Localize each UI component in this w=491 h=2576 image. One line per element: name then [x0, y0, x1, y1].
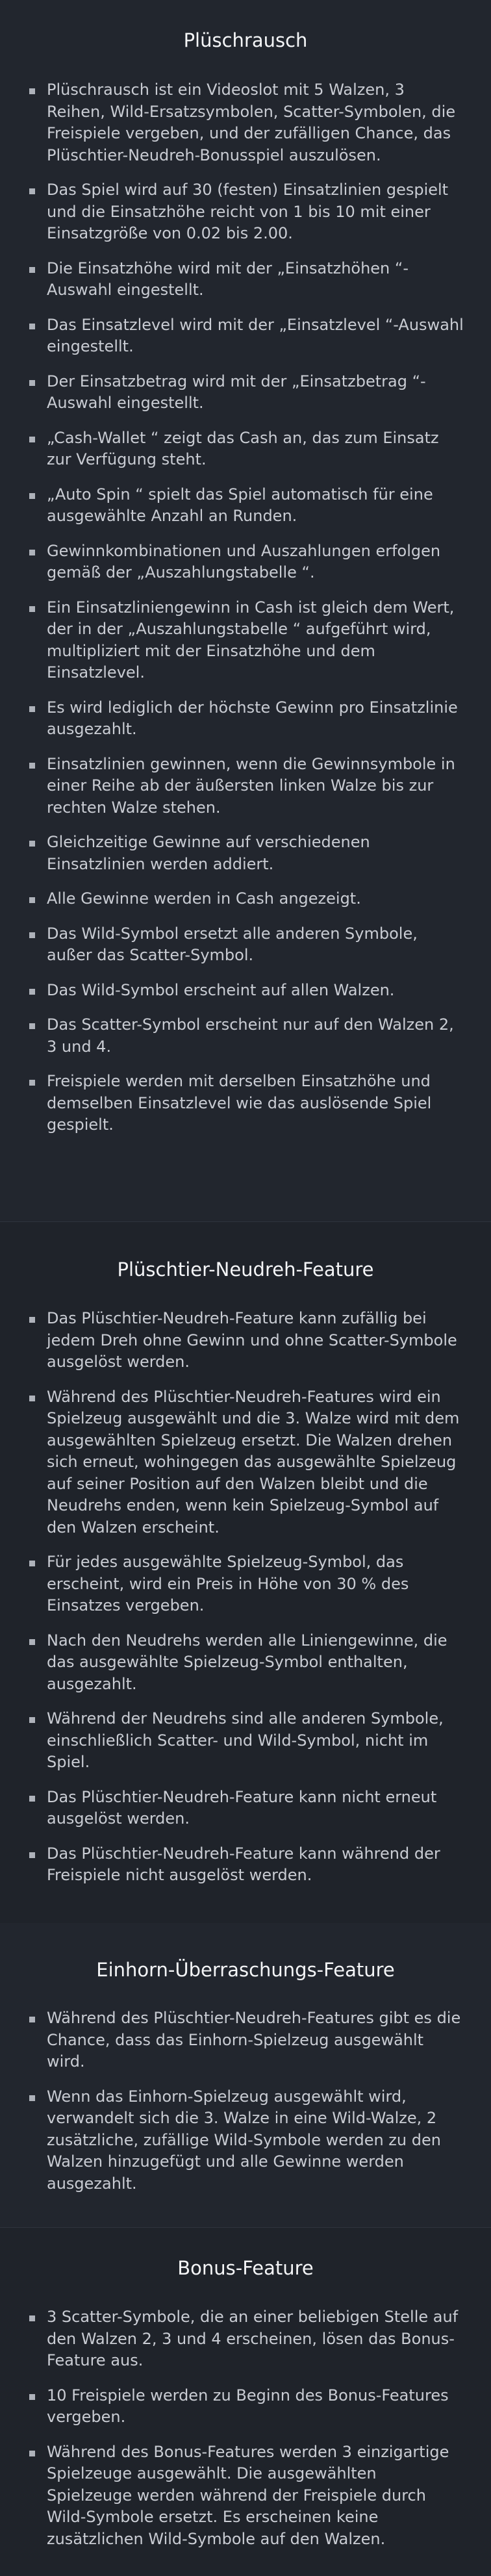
list-item: Während des Plüschtier-Neudreh-Features …	[0, 1386, 491, 1539]
list-item: Das Scatter-Symbol erscheint nur auf den…	[0, 1014, 491, 1058]
list-item: „Auto Spin “ spielt das Spiel automatisc…	[0, 484, 491, 528]
list-item: Während des Plüschtier-Neudreh-Features …	[0, 2008, 491, 2073]
section-title: Einhorn-Überraschungs-Feature	[96, 1959, 395, 1981]
bullet-icon	[29, 1639, 35, 1645]
bullet-icon	[29, 2393, 35, 2400]
bullet-icon	[29, 841, 35, 847]
section-title: Plüschrausch	[183, 29, 308, 51]
section-plushtier-neudreh: Plüschtier-Neudreh-Feature Das Plüschtie…	[0, 1222, 491, 1923]
bullet-icon	[29, 1852, 35, 1858]
bullet-icon	[29, 932, 35, 938]
list-item: Das Plüschtier-Neudreh-Feature kann zufä…	[0, 1308, 491, 1373]
rules-list: 3 Scatter-Symbole, die an einer beliebig…	[0, 2306, 491, 2563]
list-item: Einsatzlinien gewinnen, wenn die Gewinns…	[0, 754, 491, 819]
bullet-icon	[29, 988, 35, 995]
bullet-icon	[29, 436, 35, 442]
list-item: Für jedes ausgewählte Spielzeug-Symbol, …	[0, 1551, 491, 1617]
rules-list: Plüschrausch ist ein Videoslot mit 5 Wal…	[0, 79, 491, 1149]
list-item: Das Spiel wird auf 30 (festen) Einsatzli…	[0, 179, 491, 245]
bullet-icon	[29, 492, 35, 499]
bullet-icon	[29, 2315, 35, 2321]
list-item: Gleichzeitige Gewinne auf verschiedenen …	[0, 832, 491, 875]
list-item: Ein Einsatzliniengewinn in Cash ist glei…	[0, 597, 491, 684]
bullet-icon	[29, 1717, 35, 1723]
bullet-icon	[29, 88, 35, 94]
list-item: Plüschrausch ist ein Videoslot mit 5 Wal…	[0, 79, 491, 166]
list-item: Das Wild-Symbol erscheint auf allen Walz…	[0, 980, 491, 1002]
list-item: Gewinnkombinationen und Auszahlungen erf…	[0, 541, 491, 584]
bullet-icon	[29, 1080, 35, 1086]
list-item: Es wird lediglich der höchste Gewinn pro…	[0, 697, 491, 741]
list-item: 10 Freispiele werden zu Beginn des Bonus…	[0, 2385, 491, 2429]
list-item: Die Einsatzhöhe wird mit der „Einsatzhöh…	[0, 258, 491, 301]
bullet-icon	[29, 2095, 35, 2101]
rules-list: Während des Plüschtier-Neudreh-Features …	[0, 2008, 491, 2208]
bullet-icon	[29, 706, 35, 712]
list-item: 3 Scatter-Symbole, die an einer beliebig…	[0, 2306, 491, 2372]
section-pluschrausch: Plüschrausch Plüschrausch ist ein Videos…	[0, 0, 491, 1221]
bullet-icon	[29, 2017, 35, 2022]
bullet-icon	[29, 606, 35, 612]
rules-list: Das Plüschtier-Neudreh-Feature kann zufä…	[0, 1308, 491, 1900]
bullet-icon	[29, 1023, 35, 1029]
list-item: Wenn das Einhorn-Spielzeug ausgewählt wi…	[0, 2086, 491, 2195]
list-item: Das Plüschtier-Neudreh-Feature kann nich…	[0, 1787, 491, 1830]
list-item: Das Plüschtier-Neudreh-Feature kann währ…	[0, 1843, 491, 1887]
bullet-icon	[29, 1395, 35, 1401]
list-item: Während des Bonus-Features werden 3 einz…	[0, 2442, 491, 2551]
list-item: Alle Gewinne werden in Cash angezeigt.	[0, 888, 491, 910]
bullet-icon	[29, 379, 35, 386]
bullet-icon	[29, 1795, 35, 1802]
list-item: Der Einsatzbetrag wird mit der „Einsatzb…	[0, 371, 491, 414]
section-bonus: Bonus-Feature 3 Scatter-Symbole, die an …	[0, 2228, 491, 2576]
list-item: „Cash-Wallet “ zeigt das Cash an, das zu…	[0, 427, 491, 471]
list-item: Nach den Neudrehs werden alle Liniengewi…	[0, 1630, 491, 1696]
bullet-icon	[29, 549, 35, 555]
bullet-icon	[29, 1561, 35, 1566]
bullet-icon	[29, 762, 35, 769]
list-item: Das Wild-Symbol ersetzt alle anderen Sym…	[0, 923, 491, 967]
bullet-icon	[29, 188, 35, 194]
bullet-icon	[29, 266, 35, 273]
bullet-icon	[29, 897, 35, 903]
list-item: Freispiele werden mit derselben Einsatzh…	[0, 1071, 491, 1136]
bullet-icon	[29, 1317, 35, 1323]
bullet-icon	[29, 323, 35, 329]
list-item: Das Einsatzlevel wird mit der „Einsatzle…	[0, 314, 491, 358]
list-item: Während der Neudrehs sind alle anderen S…	[0, 1708, 491, 1774]
rules-page: Plüschrausch Plüschrausch ist ein Videos…	[0, 0, 491, 2576]
section-einhorn: Einhorn-Überraschungs-Feature Während de…	[0, 1923, 491, 2227]
bullet-icon	[29, 2450, 35, 2456]
section-title: Plüschtier-Neudreh-Feature	[117, 1258, 374, 1281]
section-title: Bonus-Feature	[177, 2257, 314, 2279]
